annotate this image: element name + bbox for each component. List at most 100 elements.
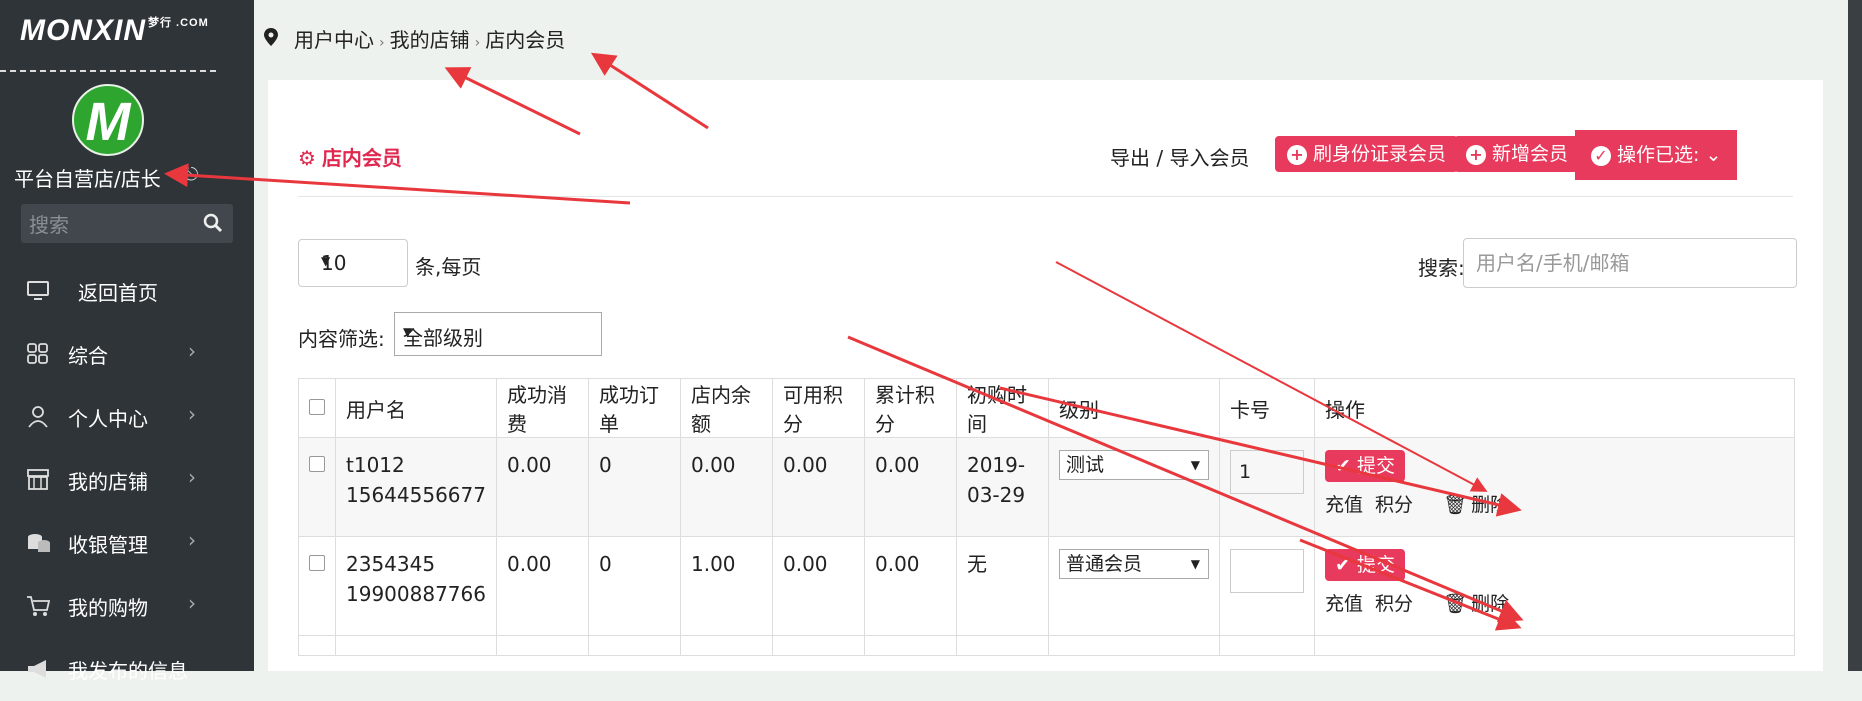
level-filter-select[interactable]: 全部级别 ▼	[394, 312, 602, 356]
filter-label: 内容筛选:	[298, 327, 385, 351]
table-row: 2354345 19900887766 0.00 0 1.00 0.00 0.00…	[298, 536, 1796, 636]
column-header[interactable]: 用户名	[335, 378, 497, 438]
members-table: 用户名 成功消费 成功订单 店内余额 可用积分 累计积分 初购时间 级别 卡号 …	[298, 378, 1796, 656]
username: 2354345	[346, 552, 436, 576]
operate-selected-button[interactable]: ✓ 操作已选: ⌄	[1575, 130, 1738, 180]
trash-icon[interactable]: 🗑	[1443, 494, 1467, 516]
breadcrumb-my-store[interactable]: 我的店铺	[390, 28, 470, 52]
level-select[interactable]: 测试 ▼	[1058, 450, 1209, 480]
select-all-checkbox[interactable]	[309, 399, 325, 415]
divider	[0, 70, 216, 72]
recharge-link[interactable]: 充值	[1325, 593, 1363, 615]
sidebar-nav: 返回首页 综合 › 个人中心 › 我的店铺 › 收银管理 › 我的购物 › 我发…	[0, 260, 254, 701]
breadcrumb-user-center[interactable]: 用户中心	[294, 28, 374, 52]
delete-link[interactable]: 删除	[1471, 593, 1509, 615]
avatar[interactable]: M	[72, 84, 144, 156]
table-row: t1012 15644556677 0.00 0 0.00 0.00 0.00 2…	[298, 437, 1796, 537]
card-number-input[interactable]	[1229, 549, 1304, 593]
search-icon[interactable]	[203, 213, 223, 233]
actions-cell: ✔ 提交 充值 积分 🗑 删除	[1313, 437, 1796, 537]
breadcrumb-store-members[interactable]: 店内会员	[485, 28, 565, 52]
main-panel: ⚙ 店内会员 导出 / 导入会员 + 刷身份证录会员 + 新增会员 ✓ 操作已选: ⌄ …	[268, 80, 1823, 671]
sidebar-item-label: 收银管理	[68, 533, 148, 557]
column-header[interactable]: 初购时间	[955, 378, 1049, 438]
chevron-right-icon: ›	[188, 591, 196, 615]
id-card-member-button[interactable]: + 刷身份证录会员	[1275, 136, 1459, 172]
spend-cell: 0.00	[495, 536, 589, 636]
store-icon	[27, 469, 49, 490]
column-header[interactable]: 卡号	[1218, 378, 1315, 438]
megaphone-icon	[28, 660, 46, 678]
date-part: 2019-	[966, 453, 1026, 477]
gears-icon: ⚙	[298, 146, 316, 170]
phone: 15644556677	[346, 483, 486, 507]
column-header[interactable]: 级别	[1047, 378, 1220, 438]
sidebar-item-label: 我的购物	[68, 596, 148, 620]
points-link[interactable]: 积分	[1375, 593, 1413, 615]
sidebar-item-my-store[interactable]: 我的店铺 ›	[0, 449, 254, 512]
search-input[interactable]	[1463, 238, 1797, 288]
divider	[298, 196, 1793, 197]
balance-cell: 0.00	[679, 437, 773, 537]
monitor-icon	[27, 281, 49, 300]
spend-cell: 0.00	[495, 437, 589, 537]
username: t1012	[346, 453, 405, 477]
available-points-cell: 0.00	[771, 437, 865, 537]
sidebar-item-label: 综合	[68, 344, 108, 368]
row-checkbox[interactable]	[309, 456, 325, 472]
export-import-link[interactable]: 导出 / 导入会员	[1110, 142, 1249, 171]
sidebar-item-shopping[interactable]: 我的购物 ›	[0, 575, 254, 638]
trash-icon[interactable]: 🗑	[1443, 593, 1467, 615]
add-member-button[interactable]: + 新增会员	[1454, 136, 1581, 172]
chevron-down-icon: ⌄	[1699, 144, 1722, 166]
column-header[interactable]: 可用积分	[771, 378, 865, 438]
per-page-label: 条,每页	[415, 255, 482, 279]
sidebar-search-input[interactable]	[21, 204, 201, 245]
delete-link[interactable]: 删除	[1471, 494, 1509, 516]
sidebar-item-label: 我的店铺	[68, 470, 148, 494]
sidebar-item-home[interactable]: 返回首页	[0, 260, 254, 323]
location-pin-icon	[264, 28, 278, 46]
column-header[interactable]: 累计积分	[863, 378, 957, 438]
column-header: 操作	[1313, 378, 1796, 438]
row-select-cell	[298, 536, 336, 636]
orders-cell: 0	[587, 437, 681, 537]
breadcrumb-bar: 用户中心 › 我的店铺 › 店内会员	[254, 0, 1862, 80]
sidebar-item-personal[interactable]: 个人中心 ›	[0, 386, 254, 449]
available-points-cell: 0.00	[771, 536, 865, 636]
plus-circle-icon: +	[1287, 145, 1307, 165]
level-select[interactable]: 普通会员 ▼	[1058, 549, 1209, 579]
points-link[interactable]: 积分	[1375, 494, 1413, 516]
search-label: 搜索:	[1418, 256, 1465, 280]
shop-name[interactable]: 平台自营店/店长	[14, 163, 161, 192]
sidebar: MONXIN梦行 .COM M 平台自营店/店长 ⎋ 返回首页 综合 › 个人中…	[0, 0, 254, 683]
check-circle-icon: ✓	[1591, 146, 1611, 166]
total-points-cell: 0.00	[863, 437, 957, 537]
sidebar-item-my-posts[interactable]: 我发布的信息	[0, 638, 254, 701]
cart-icon	[27, 596, 51, 616]
column-header[interactable]: 成功消费	[495, 378, 589, 438]
level-cell: 测试 ▼	[1047, 437, 1220, 537]
table-row	[298, 635, 1796, 656]
logout-icon[interactable]: ⎋	[184, 164, 198, 185]
right-toolbar	[1848, 0, 1862, 671]
dropdown-arrow-icon: ▼	[403, 325, 413, 339]
card-number-input[interactable]: 1	[1229, 450, 1304, 494]
sidebar-item-cashier[interactable]: 收银管理 ›	[0, 512, 254, 575]
column-header[interactable]: 成功订单	[587, 378, 681, 438]
submit-button[interactable]: ✔ 提交	[1324, 549, 1405, 581]
column-header[interactable]: 店内余额	[679, 378, 773, 438]
submit-button[interactable]: ✔ 提交	[1324, 450, 1405, 482]
sidebar-item-general[interactable]: 综合 ›	[0, 323, 254, 386]
page-size-select[interactable]: 10 ▼	[298, 239, 408, 287]
row-checkbox[interactable]	[309, 555, 325, 571]
actions-cell: ✔ 提交 充值 积分 🗑 删除	[1313, 536, 1796, 636]
card-cell: 1	[1218, 437, 1315, 537]
recharge-link[interactable]: 充值	[1325, 494, 1363, 516]
first-purchase-cell: 2019- 03-29	[955, 437, 1049, 537]
grid-icon	[27, 343, 48, 364]
total-points-cell: 0.00	[863, 536, 957, 636]
chevron-right-icon: ›	[188, 465, 196, 489]
coins-icon	[28, 534, 50, 552]
logo[interactable]: MONXIN 梦行 .COM	[20, 14, 209, 48]
